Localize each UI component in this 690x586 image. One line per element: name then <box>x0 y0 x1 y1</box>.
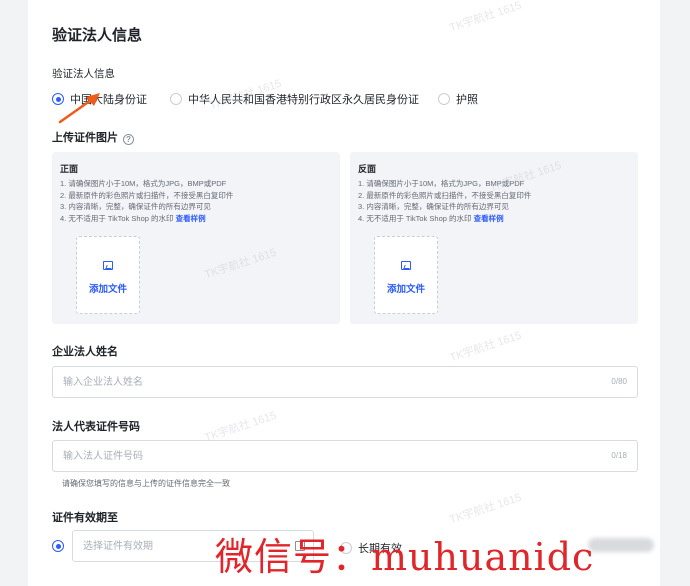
watermark: TK宇航社 1615 <box>448 491 523 527</box>
radio-validity-date[interactable] <box>52 540 70 552</box>
add-file-label: 添加文件 <box>88 284 127 295</box>
view-example-link[interactable]: 查看样例 <box>474 214 504 223</box>
id-number-note: 请确保您填写的信息与上传的证件信息完全一致 <box>62 479 230 488</box>
radio-passport[interactable]: 护照 <box>438 91 478 107</box>
requirement-text: 4. 无不适用于 TikTok Shop 的水印 <box>60 213 174 223</box>
requirement-text: 4. 无不适用于 TikTok Shop 的水印 <box>358 213 472 223</box>
upload-front-requirements: 1. 请确保图片小于10M，格式为JPG，BMP或PDF 2. 最新原件的彩色照… <box>60 178 233 224</box>
upload-label: 上传证件图片? <box>52 129 134 145</box>
legal-name-field: 0/80 <box>52 366 638 398</box>
upload-back-panel: 反面 1. 请确保图片小于10M，格式为JPG，BMP或PDF 2. 最新原件的… <box>350 152 638 324</box>
upload-label-text: 上传证件图片 <box>52 132 118 144</box>
id-number-counter: 0/18 <box>611 451 627 460</box>
watermark: TK宇航社 1615 <box>448 0 523 35</box>
radio-selected-icon <box>52 540 64 552</box>
radio-hk-id[interactable]: 中华人民共和国香港特别行政区永久居民身份证 <box>170 91 419 107</box>
requirement-line: 3. 内容清晰，完整，确保证件的所有边界可见 <box>60 202 211 211</box>
requirement-line: 2. 最新原件的彩色照片或扫描件，不接受黑白复印件 <box>358 190 532 200</box>
radio-unselected-icon <box>170 93 182 105</box>
requirement-line: 3. 内容清晰，完整，确保证件的所有边界可见 <box>358 202 509 211</box>
requirement-line: 1. 请确保图片小于10M，格式为JPG，BMP或PDF <box>358 179 525 188</box>
id-number-field: 0/18 <box>52 440 638 472</box>
image-icon <box>103 261 113 270</box>
add-file-label: 添加文件 <box>386 284 425 295</box>
requirement-line: 1. 请确保图片小于10M，格式为JPG，BMP或PDF <box>60 179 227 188</box>
id-number-input[interactable] <box>53 441 573 471</box>
upload-back-requirements: 1. 请确保图片小于10M，格式为JPG，BMP或PDF 2. 最新原件的彩色照… <box>358 178 531 224</box>
add-file-front-button[interactable]: 添加文件 <box>76 236 140 314</box>
annotation-arrow-icon <box>58 93 100 124</box>
image-icon <box>401 261 411 270</box>
help-icon[interactable]: ? <box>123 134 134 145</box>
legal-name-label: 企业法人姓名 <box>52 346 118 358</box>
upload-back-title: 反面 <box>358 164 377 174</box>
validity-label: 证件有效期至 <box>52 512 118 524</box>
requirement-line: 2. 最新原件的彩色照片或扫描件，不接受黑白复印件 <box>60 190 234 200</box>
radio-hk-id-label: 中华人民共和国香港特别行政区永久居民身份证 <box>188 94 419 106</box>
legal-name-counter: 0/80 <box>611 377 627 386</box>
watermark: TK宇航社 1615 <box>448 329 523 365</box>
overlay-contact-text: 微信号：muhuanidc <box>215 535 595 579</box>
legal-name-input[interactable] <box>53 367 573 397</box>
form-card: 验证法人信息 验证法人信息 中国大陆身份证 中华人民共和国香港特别行政区永久居民… <box>28 0 660 586</box>
blurred-area <box>588 538 654 552</box>
view-example-link[interactable]: 查看样例 <box>176 214 206 223</box>
add-file-back-button[interactable]: 添加文件 <box>374 236 438 314</box>
section-title: 验证法人信息 <box>52 27 143 44</box>
id-type-label: 验证法人信息 <box>52 68 115 80</box>
id-number-label: 法人代表证件号码 <box>52 421 140 433</box>
upload-front-title: 正面 <box>60 164 79 174</box>
requirement-line: 4. 无不适用于 TikTok Shop 的水印 查看样例 <box>60 213 233 225</box>
radio-unselected-icon <box>438 93 450 105</box>
radio-passport-label: 护照 <box>456 94 478 106</box>
requirement-line: 4. 无不适用于 TikTok Shop 的水印 查看样例 <box>358 213 531 225</box>
upload-front-panel: 正面 1. 请确保图片小于10M，格式为JPG，BMP或PDF 2. 最新原件的… <box>52 152 340 324</box>
